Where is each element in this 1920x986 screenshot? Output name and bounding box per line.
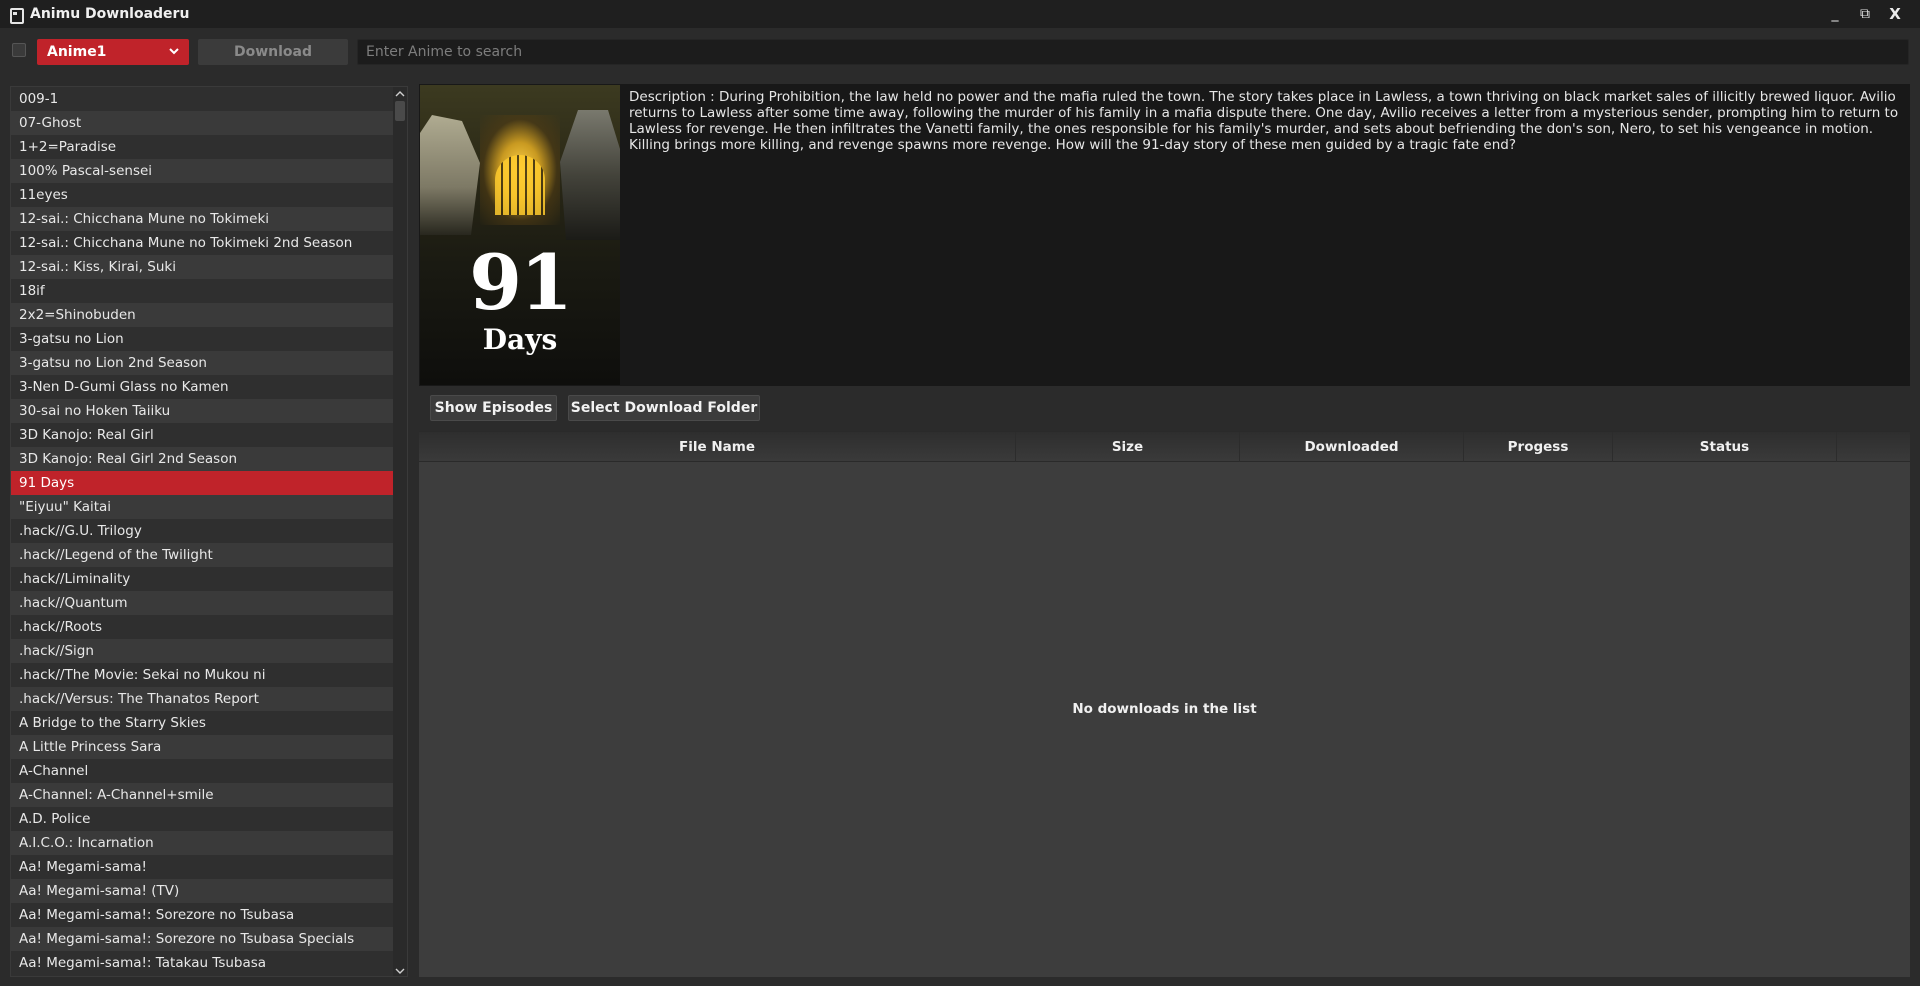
- window-title: Animu Downloaderu: [30, 6, 190, 22]
- table-header: File Name Size Downloaded Progess Status: [419, 432, 1910, 462]
- anime-list-item[interactable]: 3-Nen D-Gumi Glass no Kamen: [11, 375, 394, 399]
- anime-list-item[interactable]: Aa! Megami-sama!: Sorezore no Tsubasa: [11, 903, 394, 927]
- anime-list-item[interactable]: 12-sai.: Chicchana Mune no Tokimeki: [11, 207, 394, 231]
- poster-title-word: Days: [482, 323, 558, 356]
- source-dropdown-value: Anime1: [47, 44, 107, 60]
- maximize-button[interactable]: ⧉: [1850, 6, 1880, 22]
- empty-list-message: No downloads in the list: [1072, 701, 1257, 717]
- show-episodes-button[interactable]: Show Episodes: [430, 395, 557, 421]
- anime-list-item[interactable]: "Eiyuu" Kaitai: [11, 495, 394, 519]
- anime-list-item[interactable]: A-Channel: [11, 759, 394, 783]
- anime-description: Description : During Prohibition, the la…: [629, 89, 1899, 153]
- source-dropdown[interactable]: Anime1: [37, 39, 189, 65]
- anime-list-item[interactable]: 3D Kanojo: Real Girl 2nd Season: [11, 447, 394, 471]
- anime-list-item[interactable]: 2x2=Shinobuden: [11, 303, 394, 327]
- column-header-file-name[interactable]: File Name: [419, 432, 1016, 462]
- scroll-up-icon[interactable]: [393, 87, 407, 101]
- search-input[interactable]: [357, 39, 1909, 65]
- poster-title-number: 91: [469, 238, 573, 327]
- anime-list-item[interactable]: 07-Ghost: [11, 111, 394, 135]
- column-header-status[interactable]: Status: [1613, 432, 1837, 462]
- column-header-progress[interactable]: Progess: [1464, 432, 1613, 462]
- anime-list-item[interactable]: 12-sai.: Chicchana Mune no Tokimeki 2nd …: [11, 231, 394, 255]
- anime-list-item[interactable]: 009-1: [11, 87, 394, 111]
- anime-list-panel: 009-1 07-Ghost 1+2=Paradise 100% Pascal-sen…: [10, 86, 408, 977]
- column-header-downloaded[interactable]: Downloaded: [1240, 432, 1464, 462]
- window-controls: _ ⧉ X: [1820, 5, 1910, 23]
- title-bar: Animu Downloaderu _ ⧉ X: [0, 0, 1920, 28]
- download-button[interactable]: Download: [198, 39, 348, 65]
- anime-list-item[interactable]: .hack//Sign: [11, 639, 394, 663]
- toolbar: Anime1 Download: [0, 28, 1920, 78]
- anime-list-item[interactable]: 30-sai no Hoken Taiiku: [11, 399, 394, 423]
- anime-list-item[interactable]: 11eyes: [11, 183, 394, 207]
- anime-list-item[interactable]: .hack//Liminality: [11, 567, 394, 591]
- anime-list-item[interactable]: .hack//Versus: The Thanatos Report: [11, 687, 394, 711]
- anime-list-item[interactable]: Aa! Megami-sama!: Tatakau Tsubasa: [11, 951, 394, 975]
- anime-list-item[interactable]: Aa! Megami-sama!: Sorezore no Tsubasa Sp…: [11, 927, 394, 951]
- anime-list-item[interactable]: 3-gatsu no Lion 2nd Season: [11, 351, 394, 375]
- anime-list-item[interactable]: 12-sai.: Kiss, Kirai, Suki: [11, 255, 394, 279]
- app-logo-icon: [8, 7, 24, 24]
- column-header-size[interactable]: Size: [1016, 432, 1240, 462]
- anime-list-item[interactable]: A.I.C.O.: Incarnation: [11, 831, 394, 855]
- anime-list-item[interactable]: Aa! Megami-sama! (TV): [11, 879, 394, 903]
- minimize-button[interactable]: _: [1820, 6, 1850, 22]
- anime-list-item[interactable]: A-Channel: A-Channel+smile: [11, 783, 394, 807]
- column-header-extra: [1837, 432, 1910, 462]
- poster-figure-left: [420, 115, 480, 235]
- anime-list-item[interactable]: .hack//Legend of the Twilight: [11, 543, 394, 567]
- anime-list-item[interactable]: Aa! Megami-sama!: [11, 855, 394, 879]
- anime-list-item[interactable]: 91 Days: [11, 471, 394, 495]
- anime-list-item[interactable]: 100% Pascal-sensei: [11, 159, 394, 183]
- scroll-down-icon[interactable]: [393, 964, 407, 976]
- anime-list-item[interactable]: 3-gatsu no Lion: [11, 327, 394, 351]
- anime-detail-panel: 91 Days Description : During Prohibition…: [419, 84, 1910, 386]
- anime-list-item[interactable]: A Bridge to the Starry Skies: [11, 711, 394, 735]
- anime-poster: 91 Days: [420, 85, 620, 385]
- anime-list-item[interactable]: 1+2=Paradise: [11, 135, 394, 159]
- anime-list-item[interactable]: A.D. Police: [11, 807, 394, 831]
- poster-figure-right: [560, 110, 620, 240]
- anime-list-item[interactable]: .hack//The Movie: Sekai no Mukou ni: [11, 663, 394, 687]
- poster-window: [495, 155, 545, 215]
- anime-list-item[interactable]: .hack//Quantum: [11, 591, 394, 615]
- chevron-down-icon: [169, 48, 179, 55]
- downloads-table: File Name Size Downloaded Progess Status…: [419, 431, 1910, 977]
- list-scrollbar[interactable]: [393, 87, 407, 976]
- select-download-folder-button[interactable]: Select Download Folder: [568, 395, 760, 421]
- anime-list-item[interactable]: 3D Kanojo: Real Girl: [11, 423, 394, 447]
- anime-list[interactable]: 009-1 07-Ghost 1+2=Paradise 100% Pascal-sen…: [11, 87, 394, 976]
- anime-list-item[interactable]: .hack//G.U. Trilogy: [11, 519, 394, 543]
- anime-list-item[interactable]: A Little Princess Sara: [11, 735, 394, 759]
- anime-list-item[interactable]: .hack//Roots: [11, 615, 394, 639]
- anime-list-item[interactable]: 18if: [11, 279, 394, 303]
- close-button[interactable]: X: [1880, 5, 1910, 23]
- scrollbar-thumb[interactable]: [395, 101, 405, 121]
- select-all-checkbox[interactable]: [12, 43, 26, 57]
